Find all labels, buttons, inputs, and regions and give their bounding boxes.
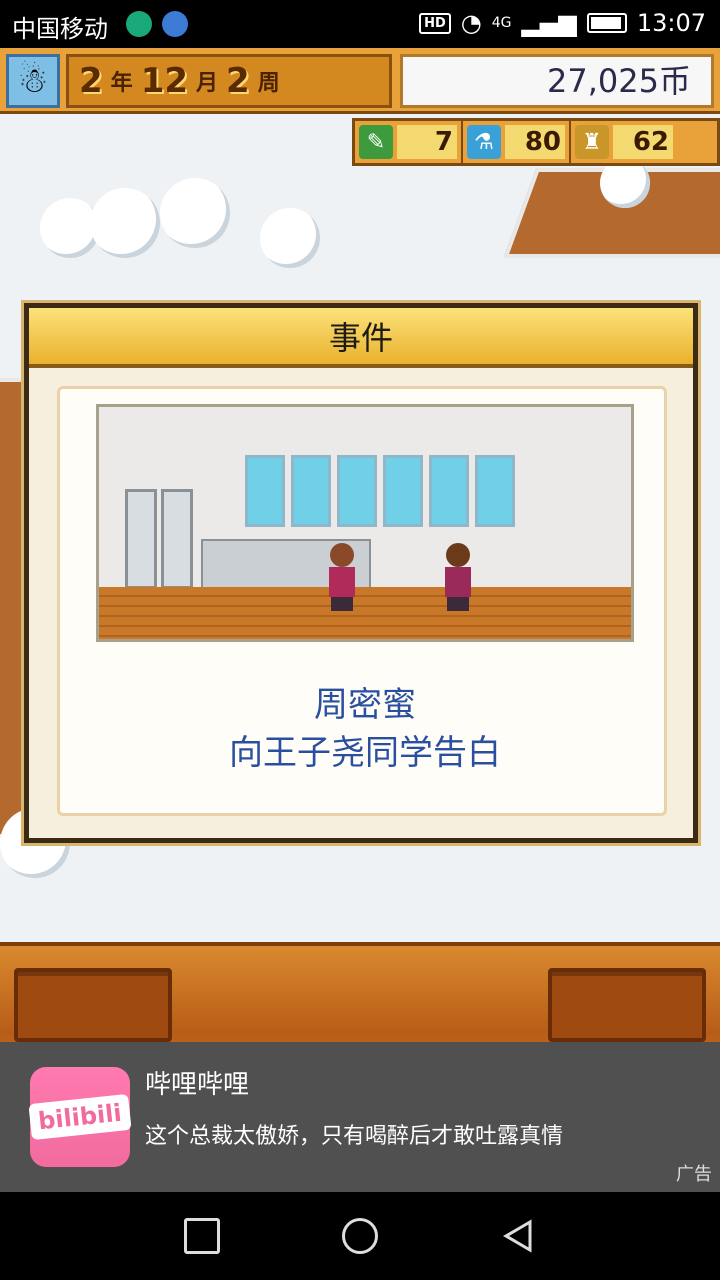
system-nav-bar — [0, 1192, 720, 1280]
event-dialog[interactable]: 事件 周密蜜 向王子尧同学告白 — [24, 303, 698, 843]
wifi-icon: ◔ — [460, 9, 482, 37]
bottom-menu-bar — [0, 942, 720, 1042]
scene-window — [245, 455, 285, 527]
week-unit: 周 — [257, 71, 280, 96]
flask-icon: ⚗ — [467, 125, 501, 159]
event-character-name: 周密蜜 — [314, 685, 416, 725]
logo-text: bilibili — [28, 1093, 132, 1141]
shield-icon — [126, 11, 152, 37]
trophy-icon: ♜ — [575, 125, 609, 159]
game-area[interactable]: ☃ 2 年 12 月 2 周 27,025币 ✎ 7 ⚗ 80 ♜ 62 事件 — [0, 48, 720, 1042]
scene-door — [161, 489, 193, 589]
network-label: 4G — [491, 15, 512, 31]
resource-value: 7 — [397, 125, 457, 159]
snow-tree — [160, 178, 230, 248]
scene-door — [125, 489, 157, 589]
dialog-title: 事件 — [29, 308, 693, 368]
top-hud: ☃ 2 年 12 月 2 周 27,025币 — [0, 48, 720, 114]
resource-bar: ✎ 7 ⚗ 80 ♜ 62 — [352, 118, 720, 166]
right-menu-button[interactable] — [548, 968, 706, 1042]
year-unit: 年 — [110, 71, 133, 96]
scene-window — [475, 455, 515, 527]
battery-icon — [586, 13, 627, 33]
scene-window — [291, 455, 331, 527]
app-s-icon — [162, 11, 188, 37]
ad-banner[interactable]: bilibili 哔哩哔哩 这个总裁太傲娇，只有喝醉后才敢吐露真情 广告 — [0, 1042, 720, 1192]
hd-icon: HD — [419, 12, 451, 34]
character-girl — [327, 543, 357, 613]
money-display: 27,025币 — [400, 54, 714, 108]
resource-pencil: ✎ 7 — [355, 121, 463, 163]
year-value: 2 — [79, 61, 103, 101]
signal-icon: ▂▄▆ — [521, 9, 577, 37]
event-description: 向王子尧同学告白 — [229, 733, 501, 773]
resource-trophy: ♜ 62 — [571, 121, 677, 163]
week-value: 2 — [226, 61, 250, 101]
month-value: 12 — [140, 61, 189, 101]
resource-flask: ⚗ 80 — [463, 121, 571, 163]
event-message: 周密蜜 向王子尧同学告白 — [60, 681, 670, 777]
month-unit: 月 — [196, 71, 219, 96]
resource-value: 62 — [613, 125, 673, 159]
left-menu-button[interactable] — [14, 968, 172, 1042]
ad-label: 广告 — [676, 1164, 712, 1185]
character-boy — [443, 543, 473, 613]
date-display: 2 年 12 月 2 周 — [66, 54, 392, 108]
pencil-icon: ✎ — [359, 125, 393, 159]
snow-tree — [260, 208, 320, 268]
event-scene-image — [96, 404, 634, 642]
scene-window — [429, 455, 469, 527]
bilibili-logo-icon[interactable]: bilibili — [28, 1067, 132, 1167]
scene-window — [383, 455, 423, 527]
clock: 13:07 — [636, 9, 706, 37]
dialog-body: 周密蜜 向王子尧同学告白 — [57, 386, 667, 816]
status-bar: 中国移动 HD ◔ 4G ▂▄▆ 13:07 — [0, 0, 720, 48]
home-icon[interactable] — [342, 1218, 378, 1254]
back-icon[interactable] — [500, 1218, 536, 1254]
scene-floor — [99, 587, 631, 639]
resource-value: 80 — [505, 125, 565, 159]
ad-app-name: 哔哩哔哩 — [145, 1070, 250, 1100]
scene-window — [337, 455, 377, 527]
carrier-name: 中国移动 — [12, 15, 108, 43]
recent-apps-icon[interactable] — [184, 1218, 220, 1254]
ad-text: 这个总裁太傲娇，只有喝醉后才敢吐露真情 — [145, 1124, 564, 1149]
snow-tree — [90, 188, 160, 258]
snowman-icon[interactable]: ☃ — [6, 54, 60, 108]
